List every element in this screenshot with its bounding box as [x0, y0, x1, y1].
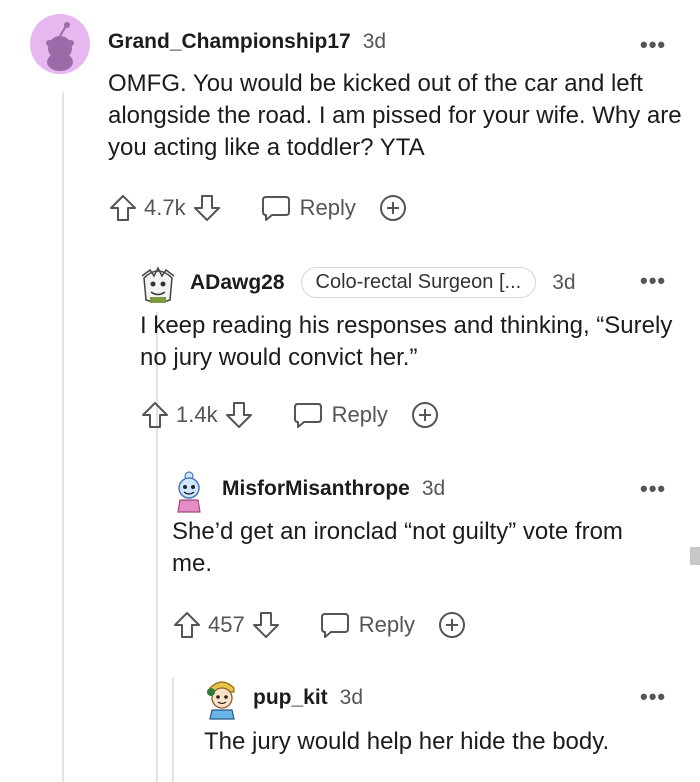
speech-bubble-icon — [320, 613, 349, 638]
reply-label: Reply — [299, 195, 356, 220]
avatar[interactable] — [30, 14, 90, 79]
user-avatar-icon — [177, 471, 201, 513]
comment: pup_kit 3d ••• The jury would help her h… — [0, 670, 700, 782]
user-avatar-icon — [207, 681, 235, 720]
timestamp: 3d — [552, 270, 576, 294]
more-options-button[interactable]: ••• — [640, 476, 666, 502]
comment-body: OMFG. You would be kicked out of the car… — [108, 70, 682, 161]
comment-body: I keep reading his responses and thinkin… — [140, 312, 673, 371]
more-dots-icon: ••• — [640, 476, 667, 501]
timestamp: 3d — [421, 477, 446, 500]
username[interactable]: MisforMisanthrope — [222, 477, 410, 501]
more-options-button[interactable]: ••• — [640, 268, 666, 294]
comment: MisforMisanthrope 3d ••• She’d get an ir… — [0, 460, 700, 660]
timestamp: 3d — [339, 686, 364, 709]
arrow-down-icon[interactable] — [251, 610, 281, 640]
username[interactable]: ADawg28 — [190, 271, 285, 295]
comment-body: The jury would help her hide the body. — [204, 728, 610, 755]
reply-button[interactable]: Reply — [319, 610, 415, 640]
more-dots-icon: ••• — [640, 684, 667, 709]
comment-body: She’d get an ironclad “not guilty” vote … — [172, 518, 623, 577]
timestamp: 3d — [362, 30, 387, 53]
more-options-button[interactable]: ••• — [640, 684, 666, 710]
arrow-up-icon[interactable] — [108, 193, 138, 223]
more-options-button[interactable]: ••• — [640, 32, 666, 58]
avatar[interactable] — [140, 264, 176, 309]
more-dots-icon: ••• — [640, 268, 667, 293]
user-flair: Colo-rectal Surgeon [... — [300, 267, 537, 298]
user-avatar-icon — [30, 14, 90, 74]
reply-button[interactable]: Reply — [292, 400, 388, 430]
comment: ADawg28 Colo-rectal Surgeon [... 3d ••• … — [0, 250, 700, 450]
reply-button[interactable]: Reply — [260, 193, 356, 223]
vote-count: 1.4k — [176, 402, 218, 427]
plus-circle-icon[interactable] — [437, 610, 467, 640]
arrow-down-icon[interactable] — [224, 400, 254, 430]
avatar[interactable] — [172, 470, 206, 519]
avatar[interactable] — [204, 678, 240, 725]
vote-count: 457 — [208, 612, 245, 637]
arrow-up-icon[interactable] — [140, 400, 170, 430]
vote-count: 4.7k — [144, 195, 186, 220]
username[interactable]: Grand_Championship17 — [108, 30, 351, 54]
more-dots-icon: ••• — [640, 32, 667, 57]
arrow-down-icon[interactable] — [192, 193, 222, 223]
arrow-up-icon[interactable] — [172, 610, 202, 640]
speech-bubble-icon — [293, 403, 322, 428]
username[interactable]: pup_kit — [253, 686, 328, 710]
user-avatar-icon — [141, 266, 175, 303]
plus-circle-icon[interactable] — [410, 400, 440, 430]
comment: Grand_Championship17 3d ••• OMFG. You wo… — [0, 0, 700, 240]
speech-bubble-icon — [261, 196, 290, 221]
reply-label: Reply — [358, 612, 415, 637]
reply-label: Reply — [331, 402, 388, 427]
plus-circle-icon[interactable] — [378, 193, 408, 223]
comment-thread: Grand_Championship17 3d ••• OMFG. You wo… — [0, 0, 700, 782]
scrollbar-thumb[interactable] — [690, 547, 700, 565]
